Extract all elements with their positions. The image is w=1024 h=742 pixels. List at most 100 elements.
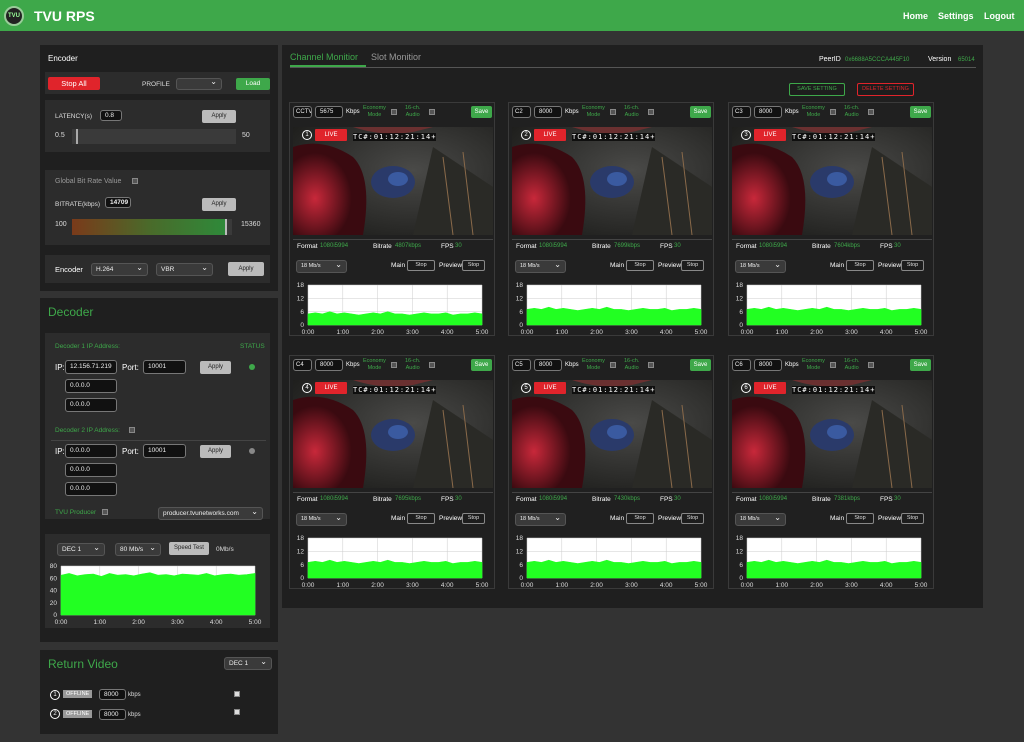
channel-rate-select[interactable]: 18 Mb/s <box>735 512 786 526</box>
preview-stop-button[interactable]: Stop <box>901 260 924 271</box>
speed-test-button[interactable]: Speed Test <box>169 542 209 555</box>
economy-mode-checkbox[interactable] <box>830 362 836 368</box>
profile-select[interactable] <box>176 77 222 90</box>
economy-mode-checkbox[interactable] <box>391 109 397 115</box>
channel-rate-select[interactable]: 18 Mb/s <box>296 259 347 273</box>
main-stop-button[interactable]: Stop <box>846 513 874 524</box>
decoder1-ip-input[interactable]: 12.156.71.219 <box>65 360 117 374</box>
channel-name-input[interactable]: CCTV <box>293 106 312 118</box>
return-row-2-unit: kbps <box>128 712 141 718</box>
channel-rate-select[interactable]: 18 Mb/s <box>735 259 786 273</box>
bitrate-slider-handle[interactable] <box>225 219 227 235</box>
decoder2-ip-input[interactable]: 0.0.0.0 <box>65 444 117 458</box>
channel-name-input[interactable]: C4 <box>293 359 312 371</box>
latency-apply-button[interactable]: Apply <box>202 110 236 123</box>
main-stop-button[interactable]: Stop <box>626 260 654 271</box>
economy-mode-label: Economy Mode <box>802 105 825 119</box>
tab-slot-monitor[interactable]: Slot Monitior <box>371 52 421 62</box>
channel-name-input[interactable]: C5 <box>512 359 531 371</box>
decoder1-label: Decoder 1 IP Address: <box>55 343 120 350</box>
latency-slider-handle[interactable] <box>76 129 78 144</box>
audio-16ch-checkbox[interactable] <box>868 109 874 115</box>
latency-slider[interactable] <box>72 129 236 144</box>
decoder2-port-input[interactable]: 10001 <box>143 444 186 458</box>
nav-home[interactable]: Home <box>903 11 928 21</box>
return-row-2-checkbox[interactable] <box>234 709 240 715</box>
return-row-1-checkbox[interactable] <box>234 691 240 697</box>
audio-16ch-checkbox[interactable] <box>868 362 874 368</box>
save-setting-button[interactable]: SAVE SETTING <box>789 83 845 96</box>
speed-dec-select[interactable]: DEC 1 <box>57 542 105 556</box>
preview-stop-button[interactable]: Stop <box>462 260 485 271</box>
load-button[interactable]: Load <box>236 78 270 90</box>
preview-stop-button[interactable]: Stop <box>901 513 924 524</box>
channel-rate-select[interactable]: 18 Mb/s <box>515 512 566 526</box>
decoder2-apply-button[interactable]: Apply <box>200 445 231 458</box>
bitrate-label: Bitrate <box>812 243 831 250</box>
preview-stop-button[interactable]: Stop <box>681 513 704 524</box>
channel-kbps-input[interactable]: 8000 <box>754 106 782 118</box>
nav-logout[interactable]: Logout <box>984 11 1015 21</box>
decoder1-ip3-input[interactable]: 0.0.0.0 <box>65 398 117 412</box>
preview-stop-button[interactable]: Stop <box>681 260 704 271</box>
bitrate-input[interactable]: 14709 <box>105 197 131 208</box>
encoder-apply-button[interactable]: Apply <box>228 262 264 276</box>
channel-kbps-input[interactable]: 8000 <box>315 359 343 371</box>
x-tick-label: 1:00 <box>336 582 349 589</box>
economy-mode-checkbox[interactable] <box>610 109 616 115</box>
decoder1-ip2-input[interactable]: 0.0.0.0 <box>65 379 117 393</box>
channel-rate-select[interactable]: 18 Mb/s <box>296 512 347 526</box>
channel-save-button[interactable]: Save <box>910 106 931 118</box>
bitrate-slider[interactable] <box>72 219 232 235</box>
channel-save-button[interactable]: Save <box>471 106 492 118</box>
stop-all-button[interactable]: Stop All <box>48 77 100 90</box>
channel-video-preview: 4 LIVE TC#:01:12:21:14+ <box>293 380 493 488</box>
channel-kbps-input[interactable]: 8000 <box>754 359 782 371</box>
decoder2-ip3-input[interactable]: 0.0.0.0 <box>65 482 117 496</box>
audio-16ch-checkbox[interactable] <box>648 362 654 368</box>
tvu-producer-checkbox[interactable] <box>102 509 108 515</box>
decoder2-checkbox[interactable] <box>129 427 135 433</box>
return-row-2-kbps-input[interactable]: 8000 <box>99 709 126 720</box>
main-stop-button[interactable]: Stop <box>407 260 435 271</box>
audio-16ch-checkbox[interactable] <box>429 109 435 115</box>
x-tick-label: 0:00 <box>55 619 68 626</box>
tab-channel-monitor[interactable]: Channel Monitior <box>290 52 358 62</box>
producer-url-select[interactable]: producer.tvunetworks.com <box>158 506 263 520</box>
bitrate-apply-button[interactable]: Apply <box>202 198 236 211</box>
codec-select[interactable]: H.264 <box>91 262 148 276</box>
channel-kbps-input[interactable]: 8000 <box>534 106 562 118</box>
main-label: Main <box>830 515 845 522</box>
channel-name-input[interactable]: C3 <box>732 106 751 118</box>
return-row-1-kbps-input[interactable]: 8000 <box>99 689 126 700</box>
preview-stop-button[interactable]: Stop <box>462 513 485 524</box>
main-stop-button[interactable]: Stop <box>407 513 435 524</box>
rate-mode-select[interactable]: VBR <box>156 262 213 276</box>
economy-mode-checkbox[interactable] <box>830 109 836 115</box>
decoder1-port-input[interactable]: 10001 <box>143 360 186 374</box>
economy-text: Economy <box>802 358 825 364</box>
economy-mode-checkbox[interactable] <box>610 362 616 368</box>
channel-save-button[interactable]: Save <box>690 359 711 371</box>
economy-mode-checkbox[interactable] <box>391 362 397 368</box>
audio-16ch-checkbox[interactable] <box>648 109 654 115</box>
channel-save-button[interactable]: Save <box>690 106 711 118</box>
nav-settings[interactable]: Settings <box>938 11 974 21</box>
channel-name-input[interactable]: C6 <box>732 359 751 371</box>
delete-setting-button[interactable]: DELETE SETTING <box>857 83 914 96</box>
global-bitrate-checkbox[interactable] <box>132 178 138 184</box>
decoder1-apply-button[interactable]: Apply <box>200 361 231 374</box>
channel-save-button[interactable]: Save <box>910 359 931 371</box>
channel-save-button[interactable]: Save <box>471 359 492 371</box>
main-stop-button[interactable]: Stop <box>846 260 874 271</box>
main-stop-button[interactable]: Stop <box>626 513 654 524</box>
audio-16ch-checkbox[interactable] <box>429 362 435 368</box>
channel-name-input[interactable]: C2 <box>512 106 531 118</box>
latency-input[interactable]: 0.8 <box>100 110 122 121</box>
return-dec-select[interactable]: DEC 1 <box>224 656 272 670</box>
speed-rate-select[interactable]: 80 Mb/s <box>115 542 161 556</box>
channel-kbps-input[interactable]: 5675 <box>315 106 343 118</box>
decoder2-ip2-input[interactable]: 0.0.0.0 <box>65 463 117 477</box>
channel-rate-select[interactable]: 18 Mb/s <box>515 259 566 273</box>
channel-kbps-input[interactable]: 8000 <box>534 359 562 371</box>
